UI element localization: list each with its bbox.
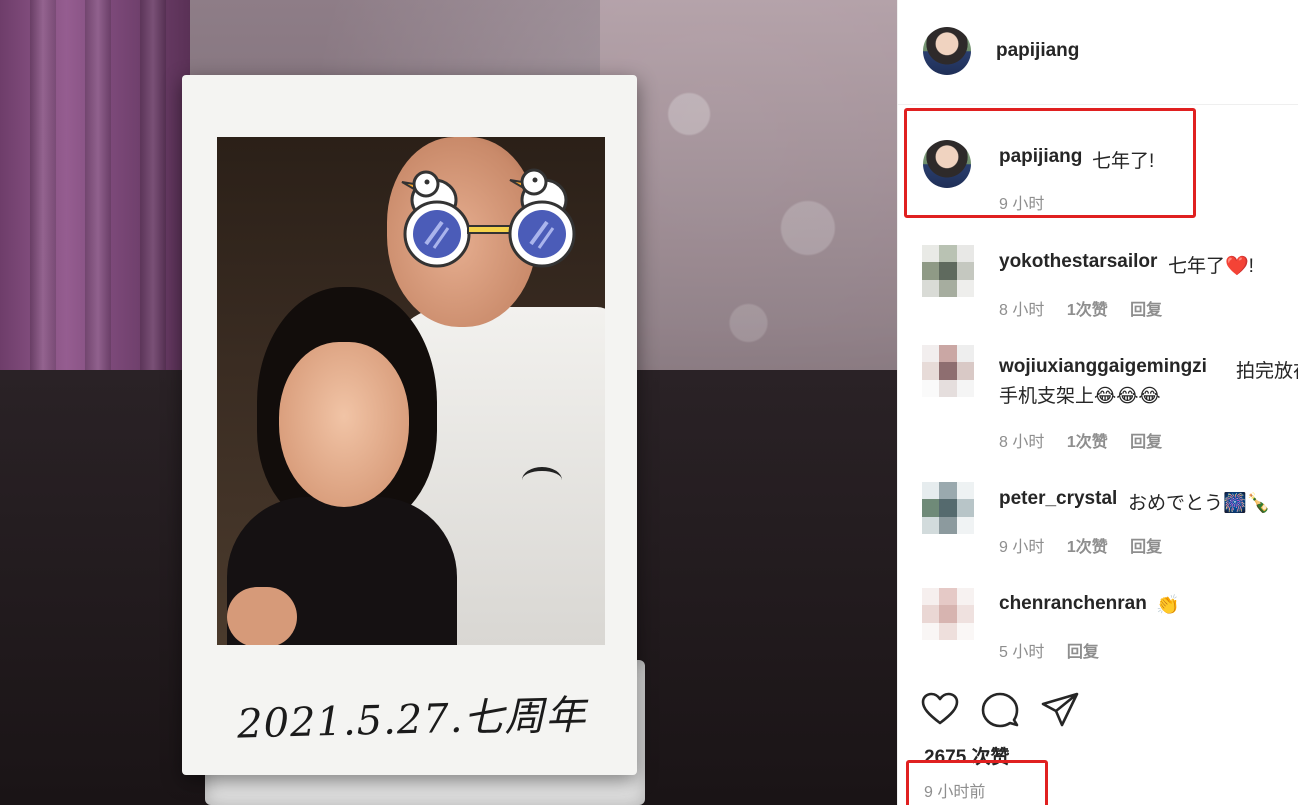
- comment-text: 七年了❤️!: [1168, 256, 1254, 277]
- comment-username[interactable]: peter_crystal: [999, 488, 1117, 510]
- commenter-avatar[interactable]: [922, 345, 974, 397]
- comment-text: おめでとう🎆🍾: [1128, 493, 1271, 514]
- comment-username[interactable]: yokothestarsailor: [999, 251, 1157, 273]
- comment-username[interactable]: wojiuxianggaigemingzi: [999, 356, 1207, 378]
- comment-username[interactable]: chenranchenran: [999, 593, 1147, 615]
- commenter-avatar[interactable]: [922, 245, 974, 297]
- handwritten-date: 2021.5.27.七周年: [236, 692, 587, 748]
- polaroid-photo: 2021.5.27.七周年: [182, 75, 637, 775]
- reply-button[interactable]: 回复: [1130, 302, 1162, 319]
- lace-curtain: [600, 0, 897, 380]
- comment-time: 5 小时: [999, 644, 1045, 661]
- commenter-avatar[interactable]: [922, 588, 974, 640]
- reply-button[interactable]: 回复: [1130, 539, 1162, 556]
- author-username[interactable]: papijiang: [996, 40, 1079, 62]
- comment-time: 8 小时: [999, 302, 1045, 319]
- share-icon[interactable]: [1040, 690, 1080, 730]
- post-photo[interactable]: 2021.5.27.七周年: [0, 0, 897, 805]
- comment-text: 👏: [1156, 595, 1180, 616]
- reply-button[interactable]: 回复: [1067, 644, 1099, 661]
- heart-icon[interactable]: [920, 690, 960, 730]
- comment-icon[interactable]: [980, 690, 1020, 730]
- comment-meta: 5 小时 回复: [999, 638, 1117, 662]
- comment-time: 9 小时: [999, 539, 1045, 556]
- comment-time: 8 小时: [999, 434, 1045, 451]
- comment-text-continued: 手机支架上😂😂😂: [999, 386, 1161, 407]
- comment-meta: 8 小时 1次赞 回复: [999, 296, 1180, 320]
- comment-meta: 9 小时 1次赞 回复: [999, 533, 1180, 557]
- post-header: papijiang: [898, 0, 1298, 105]
- duck-glasses-sticker: [401, 168, 576, 268]
- comment-likes[interactable]: 1次赞: [1067, 539, 1108, 556]
- comment-likes[interactable]: 1次赞: [1067, 302, 1108, 319]
- comment-likes[interactable]: 1次赞: [1067, 434, 1108, 451]
- comment-meta: 8 小时 1次赞 回复: [999, 428, 1180, 452]
- highlight-box-caption: [904, 108, 1196, 218]
- commenter-avatar[interactable]: [922, 482, 974, 534]
- couple-photo: [217, 137, 605, 645]
- comment-text: 拍完放在: [1236, 361, 1298, 382]
- author-avatar[interactable]: [923, 27, 971, 75]
- highlight-box-time: [906, 760, 1048, 805]
- comments-panel: papijiang papijiang 七年了! 9 小时 yokothesta…: [897, 0, 1298, 805]
- reply-button[interactable]: 回复: [1130, 434, 1162, 451]
